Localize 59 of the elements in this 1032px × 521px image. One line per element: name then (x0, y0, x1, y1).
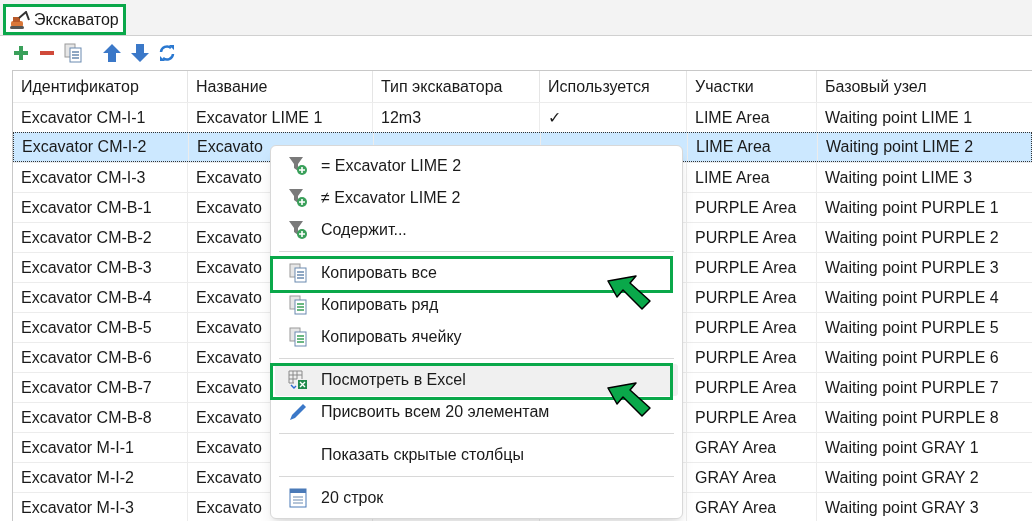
table-cell-text: GRAY Area (695, 497, 777, 518)
table-cell-text: Excavato (196, 407, 262, 428)
table-cell-text: Excavato (196, 317, 262, 338)
table-cell-text: PURPLE Area (695, 377, 797, 398)
table-cell-text: Excavator CM-B-8 (21, 407, 152, 428)
table-cell-text: Excavato (196, 467, 262, 488)
table-cell-text: Excavato (196, 167, 262, 188)
table-cell-text: Waiting point PURPLE 7 (825, 377, 999, 398)
table-cell-text: Excavator CM-I-1 (21, 107, 146, 128)
table-cell-text: Excavator CM-I-3 (21, 167, 146, 188)
table-cell-text: Excavator M-I-1 (21, 437, 134, 458)
table-cell-text: LIME Area (695, 107, 770, 128)
table-cell-text: Waiting point PURPLE 8 (825, 407, 999, 428)
table-cell-text: Waiting point LIME 2 (826, 137, 974, 157)
table-cell-text: PURPLE Area (695, 407, 797, 428)
table-cell-text: Waiting point PURPLE 2 (825, 227, 999, 248)
table-cell-text: 12m3 (381, 107, 422, 128)
table-cell-text: Waiting point PURPLE 1 (825, 197, 999, 218)
table-cell-text: Excavator CM-I-2 (22, 137, 147, 157)
table-cell-text: Excavator CM-B-7 (21, 377, 152, 398)
table-cell-text: Excavator LIME 1 (196, 107, 323, 128)
table-cell-text: Waiting point GRAY 3 (825, 497, 979, 518)
table-cell-text: Excavato (196, 497, 262, 518)
table-cell-text: Excavator M-I-3 (21, 497, 134, 518)
table-cell-text: Excavato (196, 287, 262, 308)
window-title: Экскаватор (34, 9, 119, 30)
table-cell-text: GRAY Area (695, 467, 777, 488)
table-cell-text: Excavator CM-B-2 (21, 227, 152, 248)
table-cell-text: Waiting point PURPLE 5 (825, 317, 999, 338)
table-cell-text: Excavato (196, 437, 262, 458)
table-cell-text: Waiting point GRAY 2 (825, 467, 979, 488)
table-cell-text: LIME Area (696, 137, 771, 157)
table-cell-text: Excavator CM-B-5 (21, 317, 152, 338)
table-cell-text: ✓ (548, 107, 561, 128)
table-cell-text: Excavator CM-B-6 (21, 347, 152, 368)
table-cell-text: Excavato (196, 347, 262, 368)
table-cell-text: LIME Area (695, 167, 770, 188)
table-cell-text: PURPLE Area (695, 197, 797, 218)
table-cell-text: PURPLE Area (695, 317, 797, 338)
table-cell-text: Waiting point LIME 3 (825, 167, 973, 188)
table-cell-text: Excavator CM-B-4 (21, 287, 152, 308)
table-cell-text: Waiting point LIME 1 (825, 107, 973, 128)
table-cell-text: Excavato (196, 377, 262, 398)
table-cell-text: Waiting point PURPLE 6 (825, 347, 999, 368)
table-cell-text: Waiting point PURPLE 4 (825, 287, 999, 308)
table-cell-text: PURPLE Area (695, 287, 797, 308)
table-cell-text: Excavato (196, 197, 262, 218)
table-cell-text: PURPLE Area (695, 347, 797, 368)
table-cell-text: GRAY Area (695, 437, 777, 458)
table-cell-text: Excavato (196, 257, 262, 278)
table-cell-text: PURPLE Area (695, 227, 797, 248)
table-cell-text: Waiting point GRAY 1 (825, 437, 979, 458)
table-cell-text: Excavato (197, 137, 263, 157)
table-cell-text: Excavator CM-B-1 (21, 197, 152, 218)
table-cell-text: Excavator M-I-2 (21, 467, 134, 488)
table-cell-text: PURPLE Area (695, 257, 797, 278)
table-cell-text: Excavato (196, 227, 262, 248)
table-cell-text: Excavator CM-B-3 (21, 257, 152, 278)
table-cell-text: Waiting point PURPLE 3 (825, 257, 999, 278)
